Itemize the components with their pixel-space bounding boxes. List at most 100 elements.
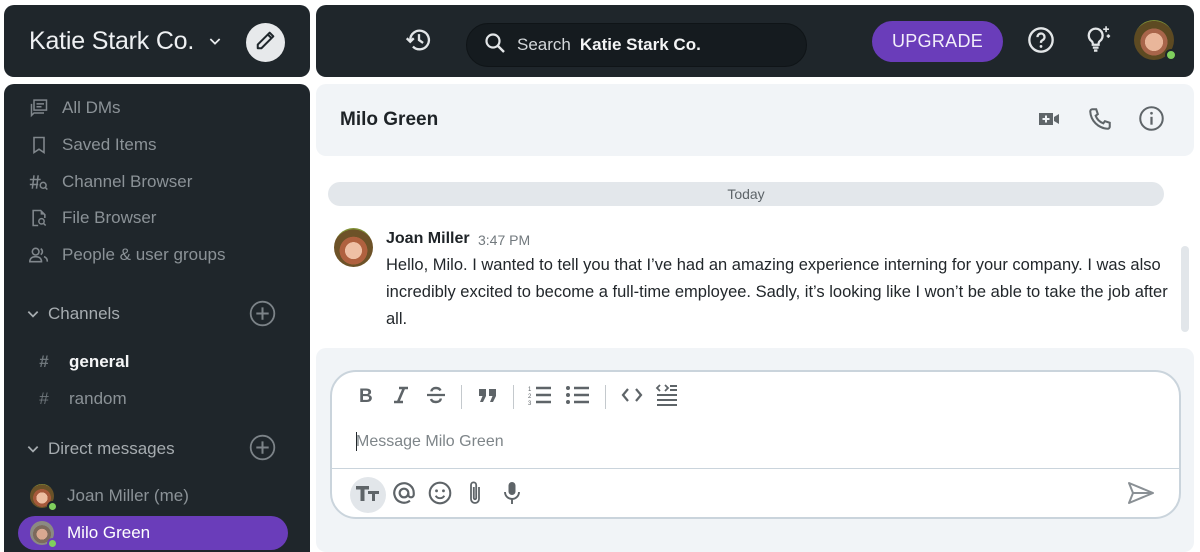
text-format-toggle[interactable] (350, 477, 386, 513)
mention-button[interactable] (386, 477, 422, 513)
channel-search-icon (28, 171, 50, 193)
hash-icon: # (39, 389, 49, 408)
chat-bubbles-icon (28, 97, 50, 119)
search-label: Search (517, 35, 571, 54)
svg-text:3: 3 (528, 401, 532, 406)
pencil-icon (255, 29, 277, 56)
quote-icon (477, 386, 499, 409)
people-icon (28, 244, 50, 266)
channels-section-toggle[interactable]: Channels (26, 304, 120, 324)
microphone-icon (501, 480, 523, 511)
attachment-icon (465, 480, 487, 511)
emoji-icon (427, 480, 453, 511)
dm-name: Joan Miller (me) (67, 486, 189, 505)
message-input[interactable] (356, 430, 1146, 454)
help-circle-icon (1027, 26, 1055, 59)
attachment-button[interactable] (458, 477, 494, 513)
top-bar: Search Katie Stark Co. UPGRADE (316, 5, 1194, 77)
channel-item-random[interactable]: # random (34, 389, 127, 409)
channel-item-general[interactable]: # general (34, 352, 129, 372)
message-composer: B 123 (330, 370, 1181, 519)
code-button[interactable] (620, 384, 644, 410)
message-scrollbar[interactable] (1181, 246, 1189, 332)
avatar (30, 484, 58, 512)
strikethrough-button[interactable] (424, 384, 448, 410)
search-input[interactable]: Search Katie Stark Co. (466, 23, 807, 67)
sidebar-item-saved-items[interactable]: Saved Items (28, 131, 157, 159)
file-search-icon (28, 207, 50, 229)
emoji-button[interactable] (422, 477, 458, 513)
numbered-list-button[interactable]: 123 (528, 384, 552, 410)
code-icon (621, 386, 643, 409)
svg-text:1: 1 (528, 387, 532, 393)
composer-divider (332, 468, 1179, 469)
avatar (30, 521, 58, 549)
search-scope: Katie Stark Co. (579, 35, 701, 54)
help-button[interactable] (1026, 26, 1056, 59)
bulleted-list-icon (565, 384, 591, 411)
quote-button[interactable] (476, 384, 500, 410)
search-icon (483, 31, 507, 60)
dm-name: Milo Green (67, 523, 151, 542)
italic-button[interactable] (389, 384, 413, 410)
info-button[interactable] (1138, 105, 1165, 137)
dm-section-toggle[interactable]: Direct messages (26, 439, 175, 459)
sidebar-item-all-dms[interactable]: All DMs (28, 94, 121, 122)
chat-title: Milo Green (340, 109, 439, 130)
channel-name: random (69, 389, 127, 408)
chevron-down-icon[interactable] (206, 32, 224, 50)
toolbar-separator (513, 385, 514, 409)
plus-circle-icon (249, 300, 276, 332)
sidebar-item-label: Saved Items (62, 135, 157, 154)
video-call-icon (1037, 107, 1061, 136)
sidebar-item-people[interactable]: People & user groups (28, 241, 226, 269)
history-button[interactable] (404, 27, 434, 57)
sidebar-item-label: File Browser (62, 208, 157, 227)
text-cursor (356, 432, 357, 451)
dm-header: Direct messages (48, 439, 175, 458)
chevron-down-icon (26, 442, 42, 456)
sidebar-item-file-browser[interactable]: File Browser (28, 204, 156, 232)
workspace-header: Katie Stark Co. (4, 5, 310, 77)
video-call-button[interactable] (1036, 108, 1062, 134)
hash-icon: # (39, 352, 49, 371)
svg-text:2: 2 (528, 394, 532, 400)
strikethrough-icon (425, 384, 447, 411)
bulleted-list-button[interactable] (566, 384, 590, 410)
numbered-list-icon: 123 (527, 384, 553, 411)
toolbar-separator (605, 385, 606, 409)
channels-header: Channels (48, 304, 120, 323)
online-status-dot (47, 538, 58, 549)
phone-icon (1087, 106, 1113, 137)
user-avatar[interactable] (1134, 20, 1177, 61)
workspace-name[interactable]: Katie Stark Co. (29, 27, 194, 56)
send-button[interactable] (1125, 480, 1157, 510)
add-dm-button[interactable] (248, 434, 276, 464)
message-timestamp: 3:47 PM (478, 232, 531, 248)
chevron-down-icon (26, 307, 42, 321)
voice-message-button[interactable] (494, 477, 530, 513)
dm-item-milo-green[interactable]: Milo Green (18, 516, 288, 550)
compose-button[interactable] (246, 23, 285, 62)
svg-text:B: B (359, 386, 373, 405)
italic-icon (392, 385, 410, 410)
avatar[interactable] (334, 228, 373, 267)
code-block-button[interactable] (655, 383, 679, 412)
lightbulb-sparkle-icon (1083, 24, 1113, 59)
sidebar: All DMs Saved Items Channel Browser File… (4, 84, 310, 552)
tips-button[interactable] (1082, 25, 1114, 57)
bold-button[interactable]: B (354, 384, 378, 410)
dm-item-joan-miller[interactable]: Joan Miller (me) (18, 479, 288, 513)
text-format-icon (355, 483, 381, 508)
bold-icon: B (357, 385, 375, 410)
bookmark-icon (28, 134, 50, 156)
sidebar-item-label: All DMs (62, 98, 121, 117)
sidebar-item-channel-browser[interactable]: Channel Browser (28, 168, 192, 196)
upgrade-button[interactable]: UPGRADE (872, 21, 1003, 62)
info-icon (1138, 105, 1165, 137)
message-author[interactable]: Joan Miller (386, 230, 470, 248)
add-channel-button[interactable] (248, 300, 276, 332)
online-status-dot (1165, 49, 1177, 61)
phone-call-button[interactable] (1087, 106, 1113, 137)
code-block-icon (655, 383, 679, 412)
